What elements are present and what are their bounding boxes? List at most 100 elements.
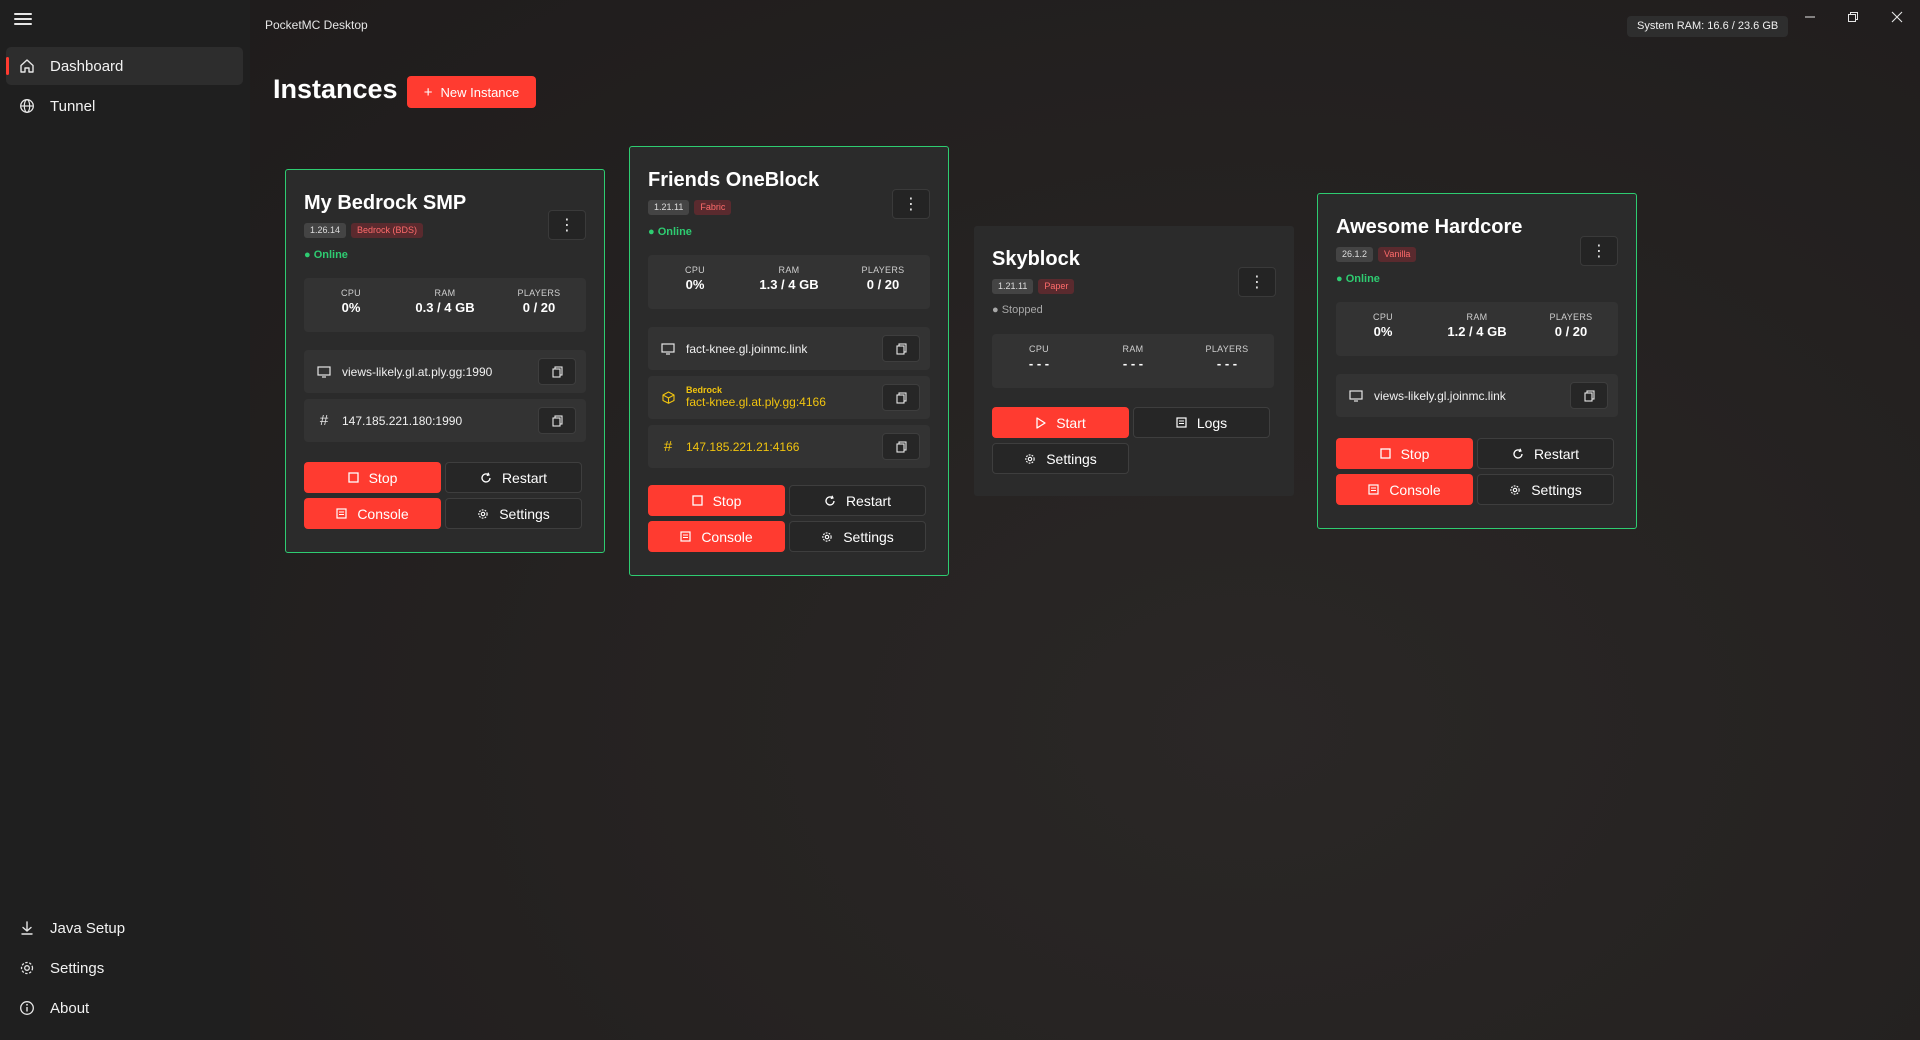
minimize-icon[interactable] xyxy=(1795,6,1825,28)
plus-icon: + xyxy=(423,83,433,101)
copy-icon xyxy=(895,440,907,453)
sidebar-item-about[interactable]: About xyxy=(6,989,243,1027)
more-options-button[interactable]: ⋮ xyxy=(892,189,930,219)
play-icon xyxy=(1035,416,1046,429)
more-vertical-icon: ⋮ xyxy=(559,217,575,234)
console-button[interactable]: Console xyxy=(648,521,785,552)
version-tag: 26.1.2 xyxy=(1336,247,1374,262)
restore-icon[interactable] xyxy=(1838,6,1868,28)
ram-value: 0.3 / 4 GB xyxy=(415,300,475,315)
sidebar-item-label: Settings xyxy=(50,959,105,977)
more-options-button[interactable]: ⋮ xyxy=(1580,236,1618,266)
sidebar-item-settings[interactable]: Settings xyxy=(6,949,243,987)
restart-button[interactable]: Restart xyxy=(789,485,926,516)
ip-address: 147.185.221.21:4166 xyxy=(686,439,800,454)
settings-label: Settings xyxy=(843,528,894,545)
stop-button[interactable]: Stop xyxy=(648,485,785,516)
bedrock-address: fact-knee.gl.at.ply.gg:4166 xyxy=(686,394,826,409)
hash-icon: # xyxy=(663,438,673,455)
ram-label: RAM xyxy=(1466,312,1488,322)
stop-label: Stop xyxy=(712,492,742,509)
console-label: Console xyxy=(357,505,409,522)
info-icon xyxy=(18,999,36,1017)
stop-button[interactable]: Stop xyxy=(1336,438,1473,469)
stats-panel: CPU 0% RAM 1.2 / 4 GB PLAYERS 0 / 20 xyxy=(1336,302,1618,356)
settings-button[interactable]: Settings xyxy=(789,521,926,552)
close-icon[interactable] xyxy=(1882,6,1912,28)
restart-button[interactable]: Restart xyxy=(445,462,582,493)
gear-icon xyxy=(1509,484,1521,496)
server-type-tag: Vanilla xyxy=(1378,247,1417,262)
cpu-label: CPU xyxy=(1373,312,1393,322)
server-address: fact-knee.gl.joinmc.link xyxy=(686,341,808,356)
new-instance-button[interactable]: + New Instance xyxy=(407,76,536,108)
instance-card: My Bedrock SMP 1.26.14 Bedrock (BDS) ● O… xyxy=(285,169,605,553)
copy-button[interactable] xyxy=(1570,382,1608,409)
stop-button[interactable]: Stop xyxy=(304,462,441,493)
status-indicator: ● Online xyxy=(304,249,348,261)
settings-button[interactable]: Settings xyxy=(1477,474,1614,505)
players-value: 0 / 20 xyxy=(1554,324,1588,339)
more-options-button[interactable]: ⋮ xyxy=(548,210,586,240)
copy-button[interactable] xyxy=(882,384,920,411)
instance-name: Skyblock xyxy=(992,248,1080,270)
cube-icon xyxy=(660,391,676,404)
instance-card: Friends OneBlock 1.21.11 Fabric ● Online… xyxy=(629,146,949,576)
console-label: Console xyxy=(1389,481,1441,498)
settings-label: Settings xyxy=(1531,481,1582,498)
sidebar-item-label: Dashboard xyxy=(50,57,124,75)
new-instance-label: New Instance xyxy=(440,84,520,100)
players-label: PLAYERS xyxy=(1549,312,1593,322)
console-button[interactable]: Console xyxy=(304,498,441,529)
cpu-value: 0% xyxy=(341,300,361,315)
cpu-value: - - - xyxy=(1028,356,1050,371)
sidebar-item-java-setup[interactable]: Java Setup xyxy=(6,909,243,947)
sidebar-item-dashboard[interactable]: Dashboard xyxy=(6,47,243,85)
copy-button[interactable] xyxy=(538,407,576,434)
restart-button[interactable]: Restart xyxy=(1477,438,1614,469)
cpu-value: 0% xyxy=(685,277,705,292)
gear-icon xyxy=(821,531,833,543)
app-window: Dashboard Tunnel Java Setup Settings Abo xyxy=(0,0,1920,1040)
version-tag: 1.21.11 xyxy=(648,200,690,215)
settings-button[interactable]: Settings xyxy=(445,498,582,529)
instance-card: Skyblock 1.21.11 Paper ● Stopped ⋮ CPU - … xyxy=(974,226,1294,496)
bedrock-address-row: Bedrock fact-knee.gl.at.ply.gg:4166 xyxy=(648,376,930,419)
stop-icon xyxy=(691,495,703,506)
sidebar-item-label: About xyxy=(50,999,90,1017)
ram-value: 1.3 / 4 GB xyxy=(759,277,819,292)
instance-card: Awesome Hardcore 26.1.2 Vanilla ● Online… xyxy=(1317,193,1637,529)
server-type-tag: Bedrock (BDS) xyxy=(351,223,424,238)
players-label: PLAYERS xyxy=(861,265,905,275)
stats-panel: CPU - - - RAM - - - PLAYERS - - - xyxy=(992,334,1274,388)
more-options-button[interactable]: ⋮ xyxy=(1238,267,1276,297)
stop-label: Stop xyxy=(368,469,398,486)
server-address: views-likely.gl.at.ply.gg:1990 xyxy=(342,364,493,379)
version-tag: 1.26.14 xyxy=(304,223,347,238)
copy-button[interactable] xyxy=(538,358,576,385)
settings-button[interactable]: Settings xyxy=(992,443,1129,474)
restart-icon xyxy=(1512,448,1524,460)
logs-button[interactable]: Logs xyxy=(1133,407,1270,438)
start-button[interactable]: Start xyxy=(992,407,1129,438)
status-indicator: ● Stopped xyxy=(992,304,1043,316)
copy-button[interactable] xyxy=(882,335,920,362)
ram-value: 1.2 / 4 GB xyxy=(1447,324,1507,339)
server-address: views-likely.gl.joinmc.link xyxy=(1374,388,1506,403)
copy-button[interactable] xyxy=(882,433,920,460)
stop-icon xyxy=(1379,448,1391,459)
hamburger-menu-icon[interactable] xyxy=(14,13,32,27)
stats-panel: CPU 0% RAM 1.3 / 4 GB PLAYERS 0 / 20 xyxy=(648,255,930,309)
sidebar-item-tunnel[interactable]: Tunnel xyxy=(6,87,243,125)
sidebar-item-label: Tunnel xyxy=(50,97,96,115)
console-icon xyxy=(336,508,347,519)
address-row: views-likely.gl.at.ply.gg:1990 xyxy=(304,350,586,393)
gear-icon xyxy=(477,508,489,520)
players-value: 0 / 20 xyxy=(866,277,900,292)
players-value: 0 / 20 xyxy=(522,300,556,315)
settings-label: Settings xyxy=(1046,450,1097,467)
console-icon xyxy=(680,531,691,542)
console-button[interactable]: Console xyxy=(1336,474,1473,505)
server-type-tag: Fabric xyxy=(694,200,732,215)
ip-row: # 147.185.221.180:1990 xyxy=(304,399,586,442)
